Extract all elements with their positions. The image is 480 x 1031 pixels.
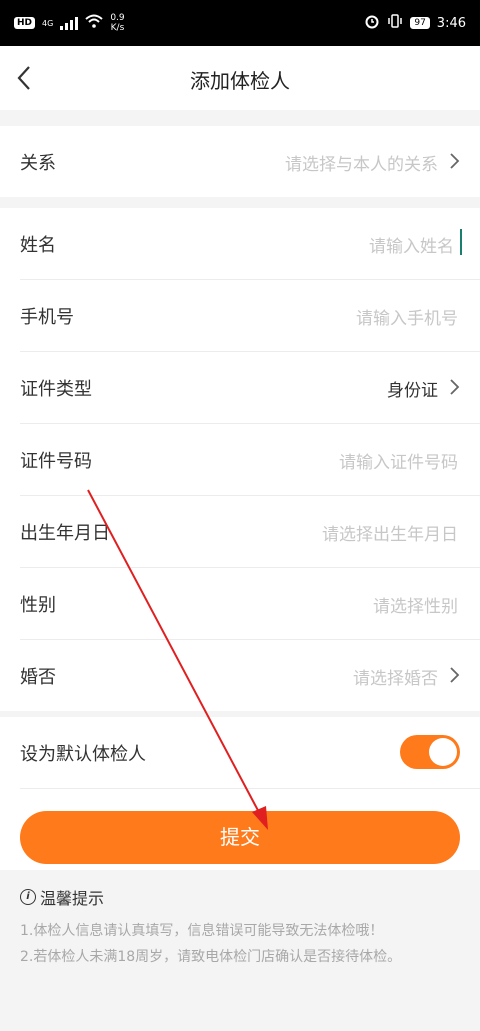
default-label: 设为默认体检人: [20, 744, 146, 765]
id-number-label: 证件号码: [20, 451, 92, 472]
wifi-icon: [85, 14, 103, 32]
status-bar: HD 4G 0.9 K/s 97 3:46: [0, 0, 480, 46]
name-row[interactable]: 姓名 请输入姓名: [20, 208, 480, 280]
relation-section: 关系 请选择与本人的关系: [0, 126, 480, 197]
default-toggle[interactable]: [400, 735, 460, 769]
tip-item: 2.若体检人未满18周岁，请致电体检门店确认是否接待体检。: [20, 949, 402, 965]
id-type-label: 证件类型: [20, 379, 92, 400]
title-bar: 添加体检人: [0, 46, 480, 110]
network-type: 4G: [42, 18, 54, 28]
text-cursor: [460, 229, 462, 255]
relation-row[interactable]: 关系 请选择与本人的关系: [20, 126, 480, 197]
alarm-icon: [364, 13, 380, 33]
person-form: 姓名 请输入姓名 手机号 请输入手机号 证件类型 身份证 证件号码 请输入证件号…: [0, 208, 480, 711]
marital-row[interactable]: 婚否 请选择婚否: [20, 640, 480, 711]
clock: 3:46: [436, 15, 466, 31]
gender-value: 请选择性别: [373, 597, 458, 617]
battery-icon: 97: [410, 17, 430, 29]
network-speed: 0.9 K/s: [110, 13, 124, 33]
birthday-label: 出生年月日: [20, 523, 110, 544]
id-type-row[interactable]: 证件类型 身份证: [20, 352, 480, 424]
tip-item: 1.体检人信息请认真填写，信息错误可能导致无法体检哦！: [20, 923, 384, 939]
page-title: 添加体检人: [190, 69, 290, 93]
vibrate-icon: [387, 13, 403, 33]
name-input[interactable]: 请输入姓名: [369, 232, 454, 257]
submit-button[interactable]: 提交: [20, 811, 460, 864]
chevron-right-icon: [450, 153, 460, 169]
id-type-value: 身份证: [387, 381, 438, 401]
signal-icon: [60, 16, 79, 30]
relation-label: 关系: [20, 153, 56, 174]
phone-label: 手机号: [20, 307, 74, 328]
hd-badge: HD: [14, 17, 36, 29]
tips-header: i 温馨提示: [20, 885, 104, 909]
tips-title: 温馨提示: [40, 889, 105, 908]
marital-value: 请选择婚否: [353, 669, 438, 689]
speed-unit: K/s: [110, 23, 125, 33]
id-number-input[interactable]: 请输入证件号码: [339, 448, 458, 473]
name-label: 姓名: [20, 235, 56, 256]
gender-label: 性别: [20, 595, 56, 616]
info-icon: i: [20, 889, 36, 905]
speed-value: 0.9: [110, 13, 125, 23]
chevron-right-icon: [450, 379, 460, 395]
marital-label: 婚否: [20, 667, 56, 688]
toggle-knob: [429, 738, 457, 766]
birthday-value: 请选择出生年月日: [322, 525, 458, 545]
gender-row[interactable]: 性别 请选择性别: [20, 568, 480, 640]
relation-value: 请选择与本人的关系: [285, 155, 438, 175]
tips-list: 1.体检人信息请认真填写，信息错误可能导致无法体检哦！ 2.若体检人未满18周岁…: [20, 918, 460, 970]
phone-input[interactable]: 请输入手机号: [356, 304, 458, 329]
birthday-row[interactable]: 出生年月日 请选择出生年月日: [20, 496, 480, 568]
chevron-right-icon: [450, 667, 460, 683]
id-number-row[interactable]: 证件号码 请输入证件号码: [20, 424, 480, 496]
default-row: 设为默认体检人: [20, 717, 480, 789]
phone-row[interactable]: 手机号 请输入手机号: [20, 280, 480, 352]
